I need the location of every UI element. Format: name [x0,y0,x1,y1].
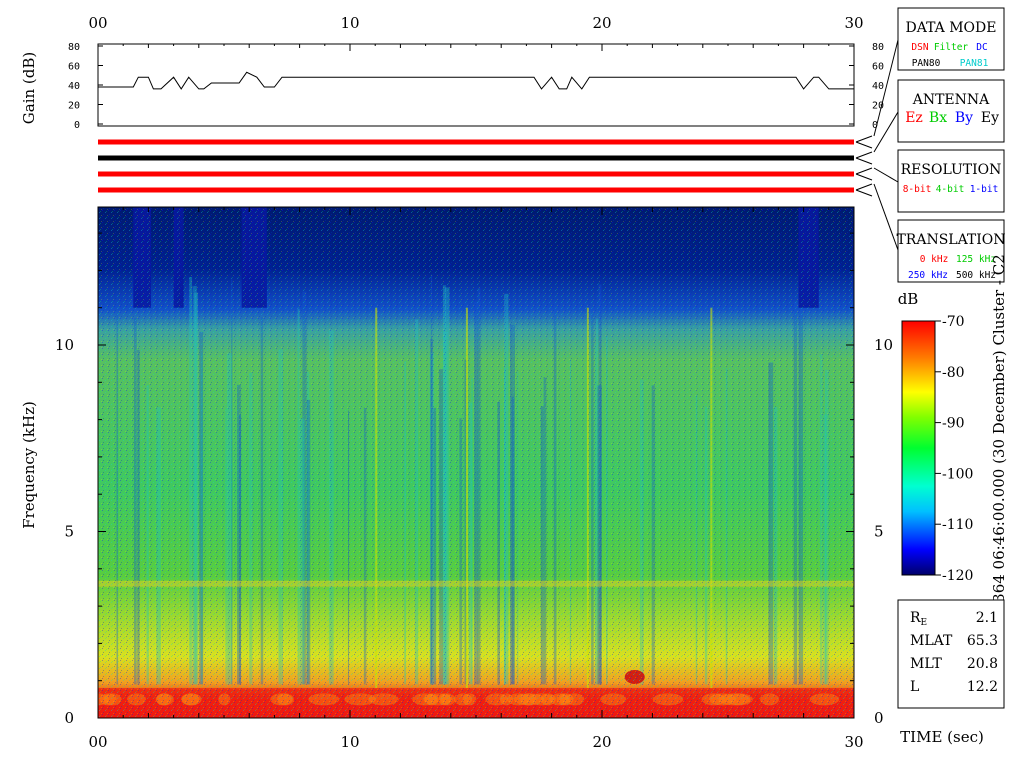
legend-item: 0 kHz [920,254,949,265]
status-line-arrow [855,183,873,191]
gain-panel: Gain (dB) 80 8060 6040 4020 200 0 00 10 20 30 [20,14,884,131]
time-tick-label: 10 [340,733,359,751]
gain-tick-label-left: 0 [74,120,80,131]
ephemeris-box: RE 2.1MLAT 65.3MLT 20.8L 12.2 [897,599,1005,709]
freq-tick-label-left: 10 [55,336,74,354]
top-x-tick-label: 30 [844,14,863,32]
legend-antenna: ANTENNA Ez Bx By Ey [897,79,1005,143]
legend-item: Bx [929,110,947,126]
legend-frame [897,149,1005,213]
ephemeris-value: 12.2 [967,679,998,695]
colorbar-tick-label: -110 [942,517,973,533]
legend-item: DSN [911,42,928,53]
legend-connector [873,111,899,153]
top-x-tick-label: 20 [592,14,611,32]
gain-axis-label: Gain (dB) [20,52,38,124]
legend-item: Ez [905,110,923,126]
legend-boxes: DATA MODE DSN Filter DC PAN80 PAN81 ANTENNA Ez B… [873,7,1006,283]
status-line-arrow [855,189,873,197]
ephemeris-label: MLAT [910,633,953,649]
legend-item: 4-bit [936,184,965,195]
time-tick-label: 00 [88,733,107,751]
colorbar-unit: dB [898,290,919,308]
ephemeris-label: L [910,679,919,695]
freq-tick-label-left: 5 [64,523,74,541]
status-line-arrow [855,173,873,181]
gain-tick-label-left: 80 [68,42,80,53]
legend-connector [873,167,899,183]
freq-tick-label-right: 5 [874,523,884,541]
gain-tick-label-right: 80 [872,42,884,53]
gain-tick-label-right: 60 [872,62,884,73]
ephemeris-label: MLT [910,656,942,672]
gain-tick-label-left: 60 [68,62,80,73]
legend-data_mode: DATA MODE DSN Filter DC PAN80 PAN81 [897,7,1005,71]
status-line-arrow [855,151,873,159]
ephemeris-value: 65.3 [967,633,998,649]
freq-tick-label-left: 0 [64,709,74,727]
colorbar: dB -70 -80 -90 -100 -110 -120 [898,290,974,584]
ephemeris-value: 2.1 [976,610,998,626]
legend-item: Ey [981,110,999,126]
spectrogram-panel: Frequency (kHz) 0 05 510 10 00 10 20 30 TIME (… [20,206,984,751]
freq-tick-label-right: 10 [874,336,893,354]
colorbar-tick-label: -80 [942,365,965,381]
legend-title: ANTENNA [912,92,990,108]
legend-item: DC [976,42,987,53]
top-x-tick-label: 10 [340,14,359,32]
colorbar-tick-label: -120 [942,568,973,584]
colorbar-tick-label: -70 [942,314,965,330]
legend-item: PAN80 [912,58,941,69]
legend-connector [873,183,899,251]
legend-item: 250 kHz [908,270,948,281]
gain-tick-label-left: 20 [68,101,80,112]
legend-title: TRANSLATION [896,232,1005,248]
freq-tick-label-right: 0 [874,709,884,727]
legend-title: DATA MODE [906,20,997,36]
colorbar-tick-label: -90 [942,416,965,432]
gain-tick-label-left: 40 [68,81,80,92]
time-tick-label: 20 [592,733,611,751]
gain-panel-frame [97,43,855,127]
legend-item: PAN81 [960,58,989,69]
plot-figure: Gain (dB) 80 8060 6040 4020 200 0 00 10 20 30 [20,7,1008,751]
colorbar-scale [901,320,936,576]
legend-item: 8-bit [903,184,932,195]
colorbar-ticks: -70 -80 -90 -100 -110 -120 [935,314,973,584]
status-lines [98,135,873,197]
time-tick-label: 30 [844,733,863,751]
status-line-arrow [855,135,873,143]
ephemeris-value: 20.8 [967,656,998,672]
observation-caption: 2009 364 06:46:00.000 (30 December) Clus… [990,254,1008,646]
legend-item: By [955,110,973,126]
legend-item: Filter [934,42,969,53]
legend-resolution: RESOLUTION 8-bit 4-bit 1-bit [897,149,1005,213]
colorbar-tick-label: -100 [942,466,973,482]
legend-item: 1-bit [970,184,999,195]
top-x-tick-label: 00 [88,14,107,32]
time-axis-label: TIME (sec) [900,728,984,746]
legend-title: RESOLUTION [901,162,1002,178]
gain-tick-label-right: 40 [872,81,884,92]
status-line-arrow [855,157,873,165]
frequency-axis-label: Frequency (kHz) [20,401,38,529]
status-line-arrow [855,167,873,175]
status-line-arrow [855,141,873,149]
